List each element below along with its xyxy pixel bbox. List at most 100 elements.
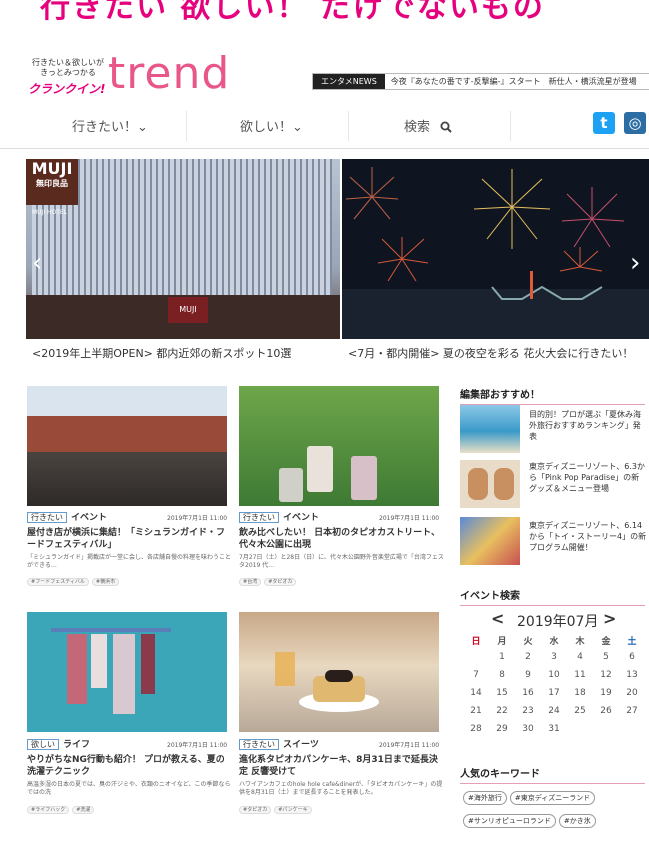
- hanger-bar: [51, 628, 171, 632]
- calendar-day[interactable]: 3: [541, 652, 567, 662]
- nav-item-ikitai[interactable]: 行きたい！⌄: [72, 116, 148, 135]
- nav-divider: [348, 111, 349, 141]
- keyword-chip[interactable]: #海外旅行: [463, 791, 507, 805]
- card-title[interactable]: やりがちなNG行動も紹介！ プロが教える、夏の洗濯テクニック: [27, 754, 232, 778]
- calendar-day[interactable]: 4: [567, 652, 593, 662]
- calendar-day[interactable]: 24: [541, 706, 567, 716]
- slider-prev-arrow[interactable]: ‹: [32, 248, 42, 278]
- card-badge[interactable]: 行きたい: [239, 739, 279, 750]
- calendar-day[interactable]: 23: [515, 706, 541, 716]
- ticker-text[interactable]: 今夜『あなたの番です-反撃編-』スタート 新仕人・横浜流星が登場: [385, 77, 637, 86]
- recommend-image-disney-pink[interactable]: [460, 460, 520, 508]
- calendar-day[interactable]: 20: [619, 688, 645, 698]
- card-subcategory[interactable]: スイーツ: [283, 740, 319, 750]
- calendar-day[interactable]: 18: [567, 688, 593, 698]
- calendar-day[interactable]: 1: [489, 652, 515, 662]
- calendar-day[interactable]: 15: [489, 688, 515, 698]
- calendar-day[interactable]: 29: [489, 724, 515, 734]
- instagram-icon[interactable]: ◎: [624, 112, 646, 134]
- nav-item-search[interactable]: 検索: [404, 116, 452, 137]
- logo-brand[interactable]: クランクイン!: [28, 80, 105, 97]
- calendar-day[interactable]: 14: [463, 688, 489, 698]
- calendar-day[interactable]: 26: [593, 706, 619, 716]
- nav-item-hoshii[interactable]: 欲しい！⌄: [240, 116, 303, 135]
- calendar-day[interactable]: 27: [619, 706, 645, 716]
- hanging-cloth: [113, 634, 135, 714]
- slide-caption-2[interactable]: <7月・都内開催> 夏の夜空を彩る 花火大会に行きたい！: [348, 345, 633, 361]
- header-divider: [0, 148, 649, 149]
- keyword-chip[interactable]: #東京ディズニーランド: [509, 791, 596, 805]
- calendar-day[interactable]: 5: [593, 652, 619, 662]
- calendar-day[interactable]: 16: [515, 688, 541, 698]
- card-title[interactable]: 進化系タピオカパンケーキ、8月31日まで延長決定 反響受けて: [239, 754, 444, 778]
- recommend-item[interactable]: 目的別！プロが選ぶ「夏休み海外旅行おすすめランキング」発表: [529, 409, 647, 442]
- card-title[interactable]: 屋付き店が横浜に集結！「ミシュランガイド・フードフェスティバル」: [27, 527, 232, 551]
- calendar-next-button[interactable]: >: [603, 609, 616, 628]
- tag-chip[interactable]: #洗濯: [72, 806, 95, 814]
- calendar-day[interactable]: 30: [515, 724, 541, 734]
- card-badge[interactable]: 欲しい: [27, 739, 59, 750]
- tag-chip[interactable]: #パンケーキ: [274, 806, 312, 814]
- calendar-day[interactable]: 19: [593, 688, 619, 698]
- card-category: 行きたい スイーツ: [239, 737, 319, 750]
- slider-next-arrow[interactable]: ›: [630, 248, 640, 278]
- tag-chip[interactable]: #ライフハック: [27, 806, 70, 814]
- keyword-chip[interactable]: #かき氷: [558, 814, 596, 828]
- tag-chip[interactable]: #タピオカ: [264, 578, 297, 586]
- tag-chip[interactable]: #フードフェスティバル: [27, 578, 89, 586]
- slide-caption-1[interactable]: <2019年上半期OPEN> 都内近郊の新スポット10選: [32, 345, 291, 361]
- calendar-day[interactable]: 8: [489, 670, 515, 680]
- calendar-day[interactable]: 10: [541, 670, 567, 680]
- card-badge[interactable]: 行きたい: [27, 512, 67, 523]
- recommend-heading: 編集部おすすめ！: [460, 386, 645, 405]
- card-badge[interactable]: 行きたい: [239, 512, 279, 523]
- card-date: 2019年7月1日 11:00: [379, 742, 440, 749]
- calendar-day[interactable]: 6: [619, 652, 645, 662]
- twitter-icon[interactable]: t: [593, 112, 615, 134]
- card-title[interactable]: 飲み比べしたい！ 日本初のタピオカストリート、代々木公園に出現: [239, 527, 444, 551]
- calendar-day[interactable]: 7: [463, 670, 489, 680]
- card-image-food-festival[interactable]: [27, 386, 227, 506]
- card-category: 欲しい ライフ: [27, 737, 90, 750]
- card-tags: #タピオカ #パンケーキ: [239, 806, 315, 814]
- calendar-day[interactable]: 22: [489, 706, 515, 716]
- tag-chip[interactable]: #タピオカ: [239, 806, 272, 814]
- calendar-day[interactable]: 11: [567, 670, 593, 680]
- card-date: 2019年7月1日 11:00: [167, 742, 228, 749]
- card-subcategory[interactable]: イベント: [71, 513, 107, 523]
- card-image-tapioca[interactable]: [239, 386, 439, 506]
- logo-tagline-line1: 行きたい＆欲しいが: [32, 58, 104, 67]
- calendar-weekday: 金: [601, 637, 611, 647]
- calendar-day[interactable]: 31: [541, 724, 567, 734]
- calendar-day[interactable]: 21: [463, 706, 489, 716]
- card-image-laundry[interactable]: [27, 612, 227, 732]
- calendar-day[interactable]: 12: [593, 670, 619, 680]
- recommend-image-travel[interactable]: [460, 405, 520, 453]
- calendar-day[interactable]: 9: [515, 670, 541, 680]
- card-image-pancake[interactable]: [239, 612, 439, 732]
- slide-image-fireworks[interactable]: [342, 159, 649, 339]
- drink-cup: [351, 456, 377, 500]
- calendar-day[interactable]: 17: [541, 688, 567, 698]
- calendar-day[interactable]: 13: [619, 670, 645, 680]
- recommend-item[interactable]: 東京ディズニーリゾート、6.14から「トイ・ストーリー4」の新プログラム開催！: [529, 520, 647, 553]
- news-ticker[interactable]: エンタメNEWS 今夜『あなたの番です-反撃編-』スタート 新仕人・横浜流星が登場: [312, 73, 649, 90]
- keyword-chip[interactable]: #サンリオピューロランド: [463, 814, 556, 828]
- card-subcategory[interactable]: イベント: [283, 513, 319, 523]
- calendar-day[interactable]: 28: [463, 724, 489, 734]
- tag-chip[interactable]: #横浜市: [91, 578, 120, 586]
- search-icon: [440, 121, 452, 137]
- slide-image-muji[interactable]: MUJI 無印良品 MUJI HOTEL MUJI: [26, 159, 340, 339]
- card-subcategory[interactable]: ライフ: [63, 740, 90, 750]
- tag-chip[interactable]: #台湾: [239, 578, 262, 586]
- logo-trend[interactable]: trend: [108, 48, 230, 99]
- calendar-weekday: 火: [523, 637, 533, 647]
- calendar-day[interactable]: 2: [515, 652, 541, 662]
- calendar-prev-button[interactable]: <: [491, 609, 504, 628]
- calendar-grid: 日月火水木金土 1 2 3 4 5 6 7 8 9 10 11 12 13 14 15 16 17 18 19 20 21…: [463, 634, 645, 744]
- recommend-item[interactable]: 東京ディズニーリゾート、6.3から「Pink Pop Paradise」の新グッ…: [529, 461, 647, 494]
- recommend-image-toy-story[interactable]: [460, 517, 520, 565]
- tapioca-topping: [325, 670, 353, 682]
- logo-tagline: 行きたい＆欲しいが きっとみつかる: [28, 58, 108, 78]
- calendar-day[interactable]: 25: [567, 706, 593, 716]
